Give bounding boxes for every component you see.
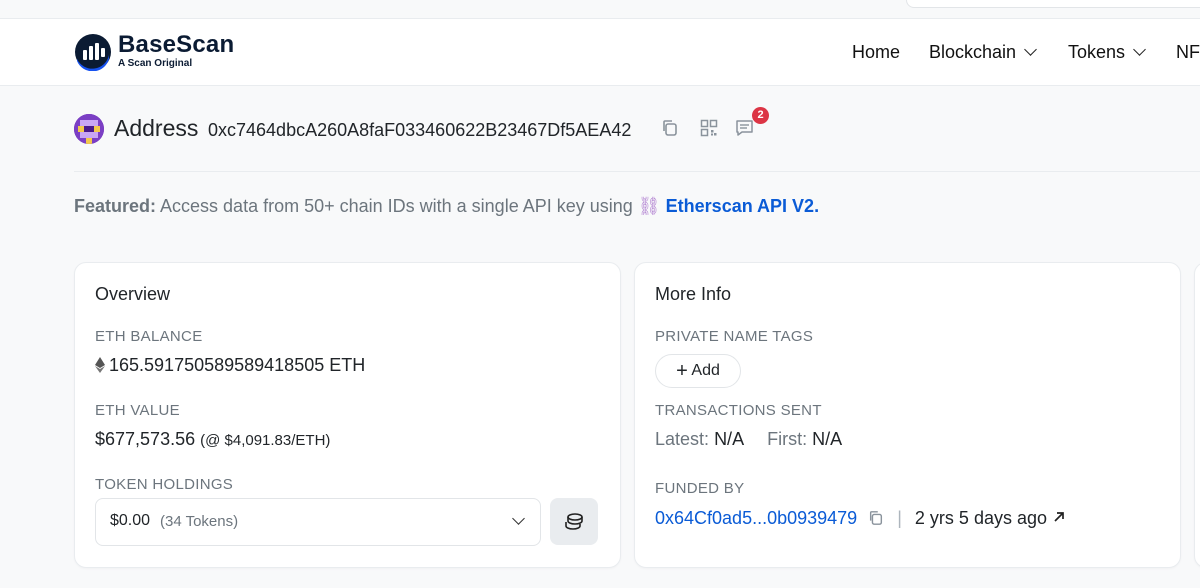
qr-code-icon[interactable]	[700, 119, 718, 137]
address-label: Address	[114, 115, 199, 141]
nav-nfts[interactable]: NF	[1176, 42, 1200, 63]
eth-balance-label: ETH BALANCE	[95, 328, 203, 345]
latest-label: Latest:	[655, 429, 710, 449]
chevron-down-icon	[512, 512, 525, 525]
funded-by-row: 0x64Cf0ad5...0b0939479 | 2 yrs 5 days ag…	[655, 508, 1066, 529]
copy-icon[interactable]	[661, 119, 679, 137]
nav-home[interactable]: Home	[852, 42, 900, 63]
multichain-portfolio-button[interactable]	[550, 498, 598, 545]
eth-balance-amount: 165.591750589589418505 ETH	[109, 355, 366, 375]
first-label: First:	[767, 429, 808, 449]
add-button-label: Add	[691, 362, 720, 379]
address-hash: 0xc7464dbcA260A8faF033460622B23467Df5AEA…	[208, 120, 632, 140]
chevron-down-icon	[1133, 43, 1146, 56]
divider	[74, 171, 1200, 172]
eth-value-label: ETH VALUE	[95, 402, 180, 419]
comments-count-badge: 2	[752, 107, 769, 124]
brand-tagline: A Scan Original	[118, 58, 193, 69]
copy-icon[interactable]	[868, 510, 884, 526]
arrow-up-right-icon[interactable]	[1052, 510, 1066, 524]
top-search-input[interactable]	[906, 0, 1200, 8]
ethereum-icon	[95, 357, 105, 373]
eth-balance-value: 165.591750589589418505 ETH	[95, 355, 365, 376]
eth-value: $677,573.56 (@ $4,091.83/ETH)	[95, 429, 330, 450]
featured-text: Access data from 50+ chain IDs with a si…	[160, 196, 633, 216]
comment-icon[interactable]	[735, 119, 754, 137]
address-avatar	[74, 114, 104, 144]
brand-name[interactable]: BaseScan	[118, 31, 234, 59]
funded-by-address-link[interactable]: 0x64Cf0ad5...0b0939479	[655, 508, 857, 528]
featured-prefix: Featured:	[74, 196, 157, 216]
funded-by-label: FUNDED BY	[655, 480, 745, 497]
nav-blockchain[interactable]: Blockchain	[929, 42, 1037, 63]
coins-stack-icon	[565, 513, 583, 530]
nav-tokens-label: Tokens	[1068, 42, 1126, 62]
transactions-sent-label: TRANSACTIONS SENT	[655, 402, 822, 419]
token-holdings-value: $0.00	[110, 512, 151, 529]
chevron-down-icon	[1024, 43, 1037, 56]
transactions-sent-values: Latest: N/A First: N/A	[655, 429, 842, 450]
funded-age[interactable]: 2 yrs 5 days ago	[915, 508, 1047, 528]
overview-card: Overview ETH BALANCE 165.591750589589418…	[74, 262, 621, 568]
plus-icon: +	[676, 360, 688, 382]
nav-tokens[interactable]: Tokens	[1068, 42, 1146, 63]
featured-banner: Featured: Access data from 50+ chain IDs…	[74, 196, 819, 217]
multichain-info-card	[1194, 262, 1200, 568]
eth-value-rate: (@ $4,091.83/ETH)	[200, 432, 331, 449]
token-holdings-dropdown[interactable]: $0.00 (34 Tokens)	[95, 498, 541, 546]
chain-link-icon: ⛓	[637, 196, 661, 216]
more-info-card: More Info PRIVATE NAME TAGS + Add TRANSA…	[634, 262, 1181, 568]
token-holdings-count: (34 Tokens)	[160, 513, 239, 530]
add-name-tag-button[interactable]: + Add	[655, 354, 741, 388]
site-header: BaseScan A Scan Original Home Blockchain…	[0, 19, 1200, 86]
basescan-logo-icon[interactable]	[74, 33, 112, 71]
nav-nfts-label: NF	[1176, 42, 1200, 62]
first-value: N/A	[812, 429, 843, 449]
more-info-title: More Info	[655, 284, 732, 304]
overview-title: Overview	[95, 284, 171, 304]
latest-value: N/A	[714, 429, 744, 449]
nav-home-label: Home	[852, 42, 901, 62]
private-name-tags-label: PRIVATE NAME TAGS	[655, 328, 814, 345]
nav-blockchain-label: Blockchain	[929, 42, 1017, 62]
eth-value-amount: $677,573.56	[95, 429, 196, 449]
separator: |	[897, 508, 902, 528]
token-holdings-label: TOKEN HOLDINGS	[95, 476, 234, 493]
etherscan-api-link[interactable]: Etherscan API V2.	[666, 196, 819, 216]
